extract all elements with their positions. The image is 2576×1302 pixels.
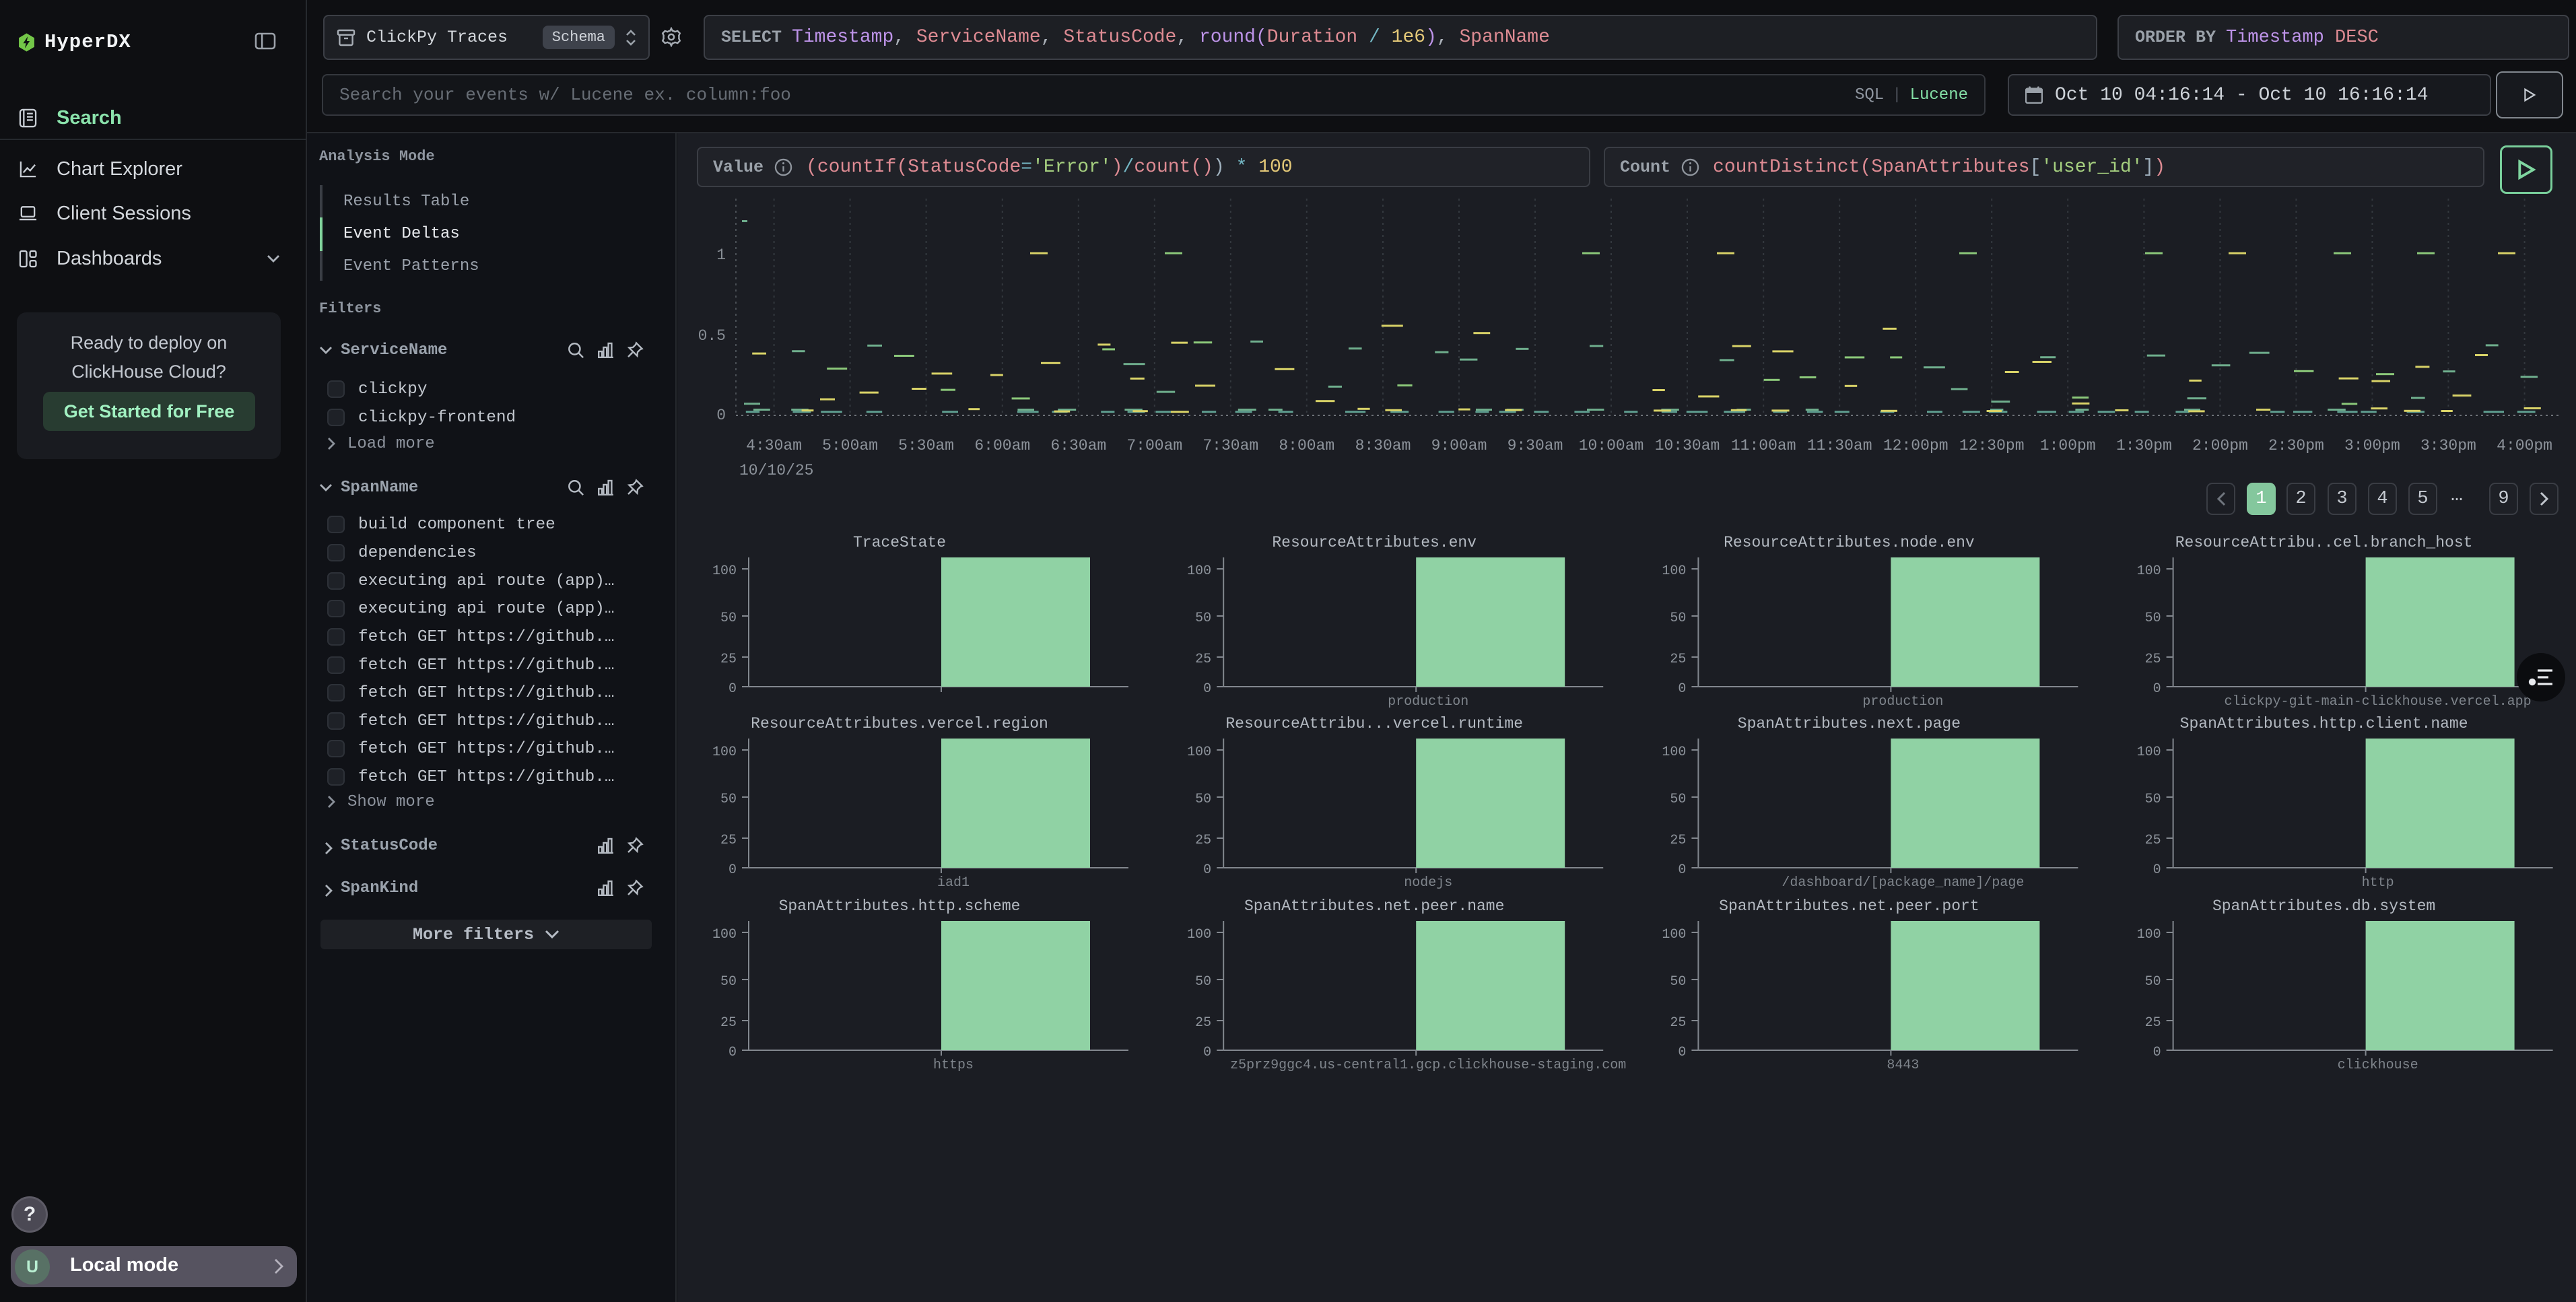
- svg-text:25: 25: [720, 833, 737, 848]
- svg-text:50: 50: [1195, 611, 1211, 626]
- svg-text:SpanAttributes.net.peer.port: SpanAttributes.net.peer.port: [1719, 897, 1979, 915]
- svg-text:50: 50: [2145, 792, 2161, 807]
- svg-text:11:00am: 11:00am: [1731, 437, 1796, 454]
- svg-text:0: 0: [1678, 681, 1686, 697]
- svg-text:ResourceAttributes.env: ResourceAttributes.env: [1272, 534, 1477, 551]
- svg-text:7:30am: 7:30am: [1202, 437, 1258, 454]
- svg-text:8:30am: 8:30am: [1355, 437, 1411, 454]
- svg-text:100: 100: [2137, 927, 2161, 943]
- svg-text:7:00am: 7:00am: [1126, 437, 1182, 454]
- svg-text:100: 100: [1662, 745, 1686, 760]
- svg-text:6:30am: 6:30am: [1050, 437, 1106, 454]
- svg-text:100: 100: [1187, 745, 1211, 760]
- svg-text:100: 100: [712, 563, 737, 579]
- svg-text:12:30pm: 12:30pm: [1959, 437, 2025, 454]
- svg-text:0: 0: [2153, 862, 2161, 878]
- svg-text:11:30am: 11:30am: [1807, 437, 1872, 454]
- svg-text:9:30am: 9:30am: [1507, 437, 1563, 454]
- svg-text:0: 0: [728, 681, 737, 697]
- svg-text:0: 0: [728, 1045, 737, 1060]
- svg-text:1: 1: [716, 246, 726, 264]
- svg-text:0: 0: [1203, 681, 1211, 697]
- svg-text:100: 100: [2137, 563, 2161, 579]
- svg-text:100: 100: [2137, 745, 2161, 760]
- svg-text:/dashboard/[package_name]/page: /dashboard/[package_name]/page: [1782, 875, 2024, 891]
- svg-text:50: 50: [1195, 792, 1211, 807]
- svg-text:25: 25: [1670, 1015, 1686, 1031]
- svg-text:100: 100: [712, 745, 737, 760]
- svg-text:ResourceAttributes.vercel.regi: ResourceAttributes.vercel.region: [751, 715, 1048, 732]
- svg-text:z5prz9ggc4.us-central1.gcp.cli: z5prz9ggc4.us-central1.gcp.clickhouse-st…: [1230, 1058, 1626, 1072]
- svg-text:4:00pm: 4:00pm: [2497, 437, 2552, 454]
- svg-text:25: 25: [2145, 1015, 2161, 1031]
- svg-text:1:30pm: 1:30pm: [2116, 437, 2172, 454]
- svg-text:1:00pm: 1:00pm: [2040, 437, 2096, 454]
- svg-text:iad1: iad1: [937, 875, 970, 891]
- svg-text:0: 0: [1678, 1045, 1686, 1060]
- svg-text:50: 50: [2145, 974, 2161, 990]
- svg-text:4:30am: 4:30am: [746, 437, 802, 454]
- svg-text:SpanAttributes.http.client.nam: SpanAttributes.http.client.name: [2180, 715, 2468, 732]
- svg-text:25: 25: [1670, 652, 1686, 667]
- svg-text:ResourceAttribu..cel.branch_ho: ResourceAttribu..cel.branch_host: [2175, 534, 2473, 551]
- svg-text:SpanAttributes.next.page: SpanAttributes.next.page: [1738, 715, 1961, 732]
- svg-text:100: 100: [1187, 927, 1211, 943]
- svg-text:production: production: [1862, 694, 1943, 710]
- svg-text:nodejs: nodejs: [1404, 875, 1452, 891]
- svg-text:https: https: [933, 1058, 974, 1072]
- svg-text:50: 50: [720, 792, 737, 807]
- svg-text:0.5: 0.5: [698, 327, 726, 345]
- svg-text:3:00pm: 3:00pm: [2344, 437, 2400, 454]
- svg-text:ResourceAttributes.node.env: ResourceAttributes.node.env: [1724, 534, 1975, 551]
- svg-text:9:00am: 9:00am: [1431, 437, 1487, 454]
- svg-text:100: 100: [712, 927, 737, 943]
- svg-text:25: 25: [2145, 833, 2161, 848]
- svg-text:6:00am: 6:00am: [974, 437, 1030, 454]
- svg-text:25: 25: [2145, 652, 2161, 667]
- svg-text:5:00am: 5:00am: [822, 437, 878, 454]
- svg-text:clickpy-git-main-clickhouse.ve: clickpy-git-main-clickhouse.vercel.app: [2225, 694, 2532, 710]
- svg-text:SpanAttributes.http.scheme: SpanAttributes.http.scheme: [779, 897, 1021, 915]
- svg-text:50: 50: [1195, 974, 1211, 990]
- svg-text:100: 100: [1662, 563, 1686, 579]
- svg-text:0: 0: [2153, 1045, 2161, 1060]
- svg-text:12:00pm: 12:00pm: [1883, 437, 1948, 454]
- svg-text:50: 50: [720, 611, 737, 626]
- svg-text:8:00am: 8:00am: [1279, 437, 1334, 454]
- svg-text:50: 50: [1670, 974, 1686, 990]
- svg-text:25: 25: [1195, 652, 1211, 667]
- svg-text:2:30pm: 2:30pm: [2268, 437, 2324, 454]
- svg-text:production: production: [1388, 694, 1468, 710]
- svg-text:10:00am: 10:00am: [1579, 437, 1644, 454]
- svg-text:0: 0: [716, 407, 726, 424]
- svg-text:100: 100: [1187, 563, 1211, 579]
- svg-text:clickhouse: clickhouse: [2338, 1058, 2418, 1072]
- svg-text:100: 100: [1662, 927, 1686, 943]
- svg-text:0: 0: [728, 862, 737, 878]
- svg-text:25: 25: [1195, 1015, 1211, 1031]
- svg-text:50: 50: [1670, 792, 1686, 807]
- svg-text:50: 50: [720, 974, 737, 990]
- svg-text:50: 50: [1670, 611, 1686, 626]
- svg-text:25: 25: [1195, 833, 1211, 848]
- svg-text:SpanAttributes.net.peer.name: SpanAttributes.net.peer.name: [1244, 897, 1504, 915]
- svg-text:8443: 8443: [1887, 1058, 1919, 1072]
- svg-text:50: 50: [2145, 611, 2161, 626]
- svg-text:25: 25: [1670, 833, 1686, 848]
- svg-text:3:30pm: 3:30pm: [2420, 437, 2476, 454]
- svg-text:10:30am: 10:30am: [1655, 437, 1720, 454]
- svg-text:25: 25: [720, 1015, 737, 1031]
- svg-text:25: 25: [720, 652, 737, 667]
- svg-text:5:30am: 5:30am: [898, 437, 954, 454]
- svg-text:TraceState: TraceState: [853, 534, 946, 551]
- svg-text:ResourceAttribu...vercel.runti: ResourceAttribu...vercel.runtime: [1225, 715, 1523, 732]
- svg-text:0: 0: [1203, 1045, 1211, 1060]
- svg-text:2:00pm: 2:00pm: [2192, 437, 2248, 454]
- svg-text:SpanAttributes.db.system: SpanAttributes.db.system: [2212, 897, 2435, 915]
- svg-text:0: 0: [1678, 862, 1686, 878]
- svg-text:0: 0: [1203, 862, 1211, 878]
- svg-text:0: 0: [2153, 681, 2161, 697]
- svg-text:10/10/25: 10/10/25: [739, 462, 813, 479]
- svg-text:http: http: [2362, 875, 2394, 891]
